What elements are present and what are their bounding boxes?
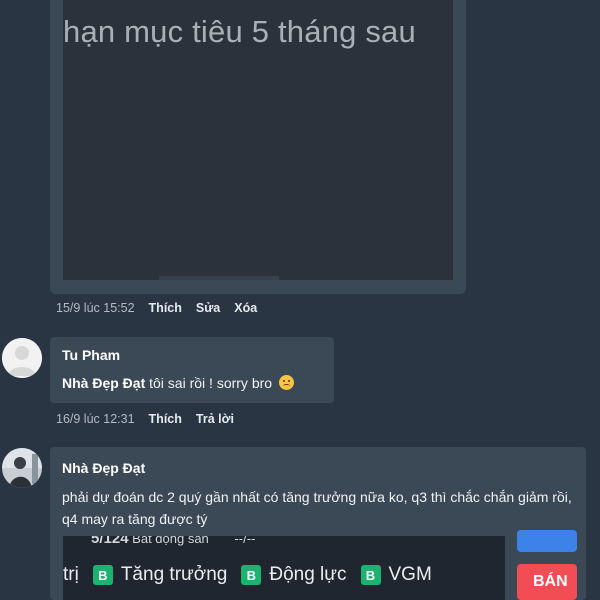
comment-bubble: Tu Pham Nhà Đẹp Đạt tôi sai rồi ! sorry … [50, 337, 334, 403]
tag-vgm: B VGM [360, 564, 432, 586]
badge-icon: B [360, 565, 381, 585]
delete-button[interactable]: Xóa [234, 301, 257, 315]
image-top-row: 5/124 Bất động sản --/-- [91, 536, 256, 547]
comment-author[interactable]: Nhà Đẹp Đạt [62, 460, 145, 476]
mention-link[interactable]: Nhà Đẹp Đạt [62, 375, 145, 391]
comment-body: tôi sai rồi ! sorry bro [149, 375, 273, 391]
default-user-icon [2, 338, 42, 378]
comment-timestamp[interactable]: 16/9 lúc 12:31 [56, 412, 135, 426]
post-timestamp[interactable]: 15/9 lúc 15:52 [56, 301, 135, 315]
disappointed-face-icon [278, 375, 294, 390]
image-tag-row: trị B Tăng trưởng B Động lực B VGM [63, 564, 432, 586]
post-image-text: hạn mục tiêu 5 tháng sau [63, 14, 416, 49]
buy-button-partial [517, 530, 577, 552]
badge-icon: B [241, 565, 262, 585]
avatar-tu-pham[interactable] [2, 338, 42, 378]
comment-author[interactable]: Tu Pham [62, 347, 120, 363]
like-button[interactable]: Thích [149, 301, 182, 315]
post-image-footer [159, 276, 279, 280]
comment-attached-image[interactable]: 5/124 Bất động sản --/-- trị B Tăng trưở… [63, 536, 483, 600]
badge-icon: B [92, 565, 113, 585]
reply-button[interactable]: Trả lời [196, 412, 234, 426]
image-edge [483, 536, 505, 600]
user-photo-icon [2, 448, 42, 488]
like-button[interactable]: Thích [149, 412, 182, 426]
comment-meta: 16/9 lúc 12:31 Thích Trả lời [56, 412, 234, 426]
avatar-nha-dep-dat[interactable] [2, 448, 42, 488]
tag-growth: B Tăng trưởng [92, 564, 227, 586]
tag-momentum: B Động lực [241, 564, 347, 586]
post-image[interactable]: hạn mục tiêu 5 tháng sau [63, 0, 453, 280]
comment-body: phải dự đoán dc 2 quý gần nhất có tăng t… [62, 489, 572, 527]
edit-button[interactable]: Sửa [196, 301, 220, 315]
comment-text: Nhà Đẹp Đạt tôi sai rồi ! sorry bro [62, 372, 294, 394]
post-meta: 15/9 lúc 15:52 Thích Sửa Xóa [56, 301, 257, 315]
sell-button: BÁN [517, 564, 577, 600]
